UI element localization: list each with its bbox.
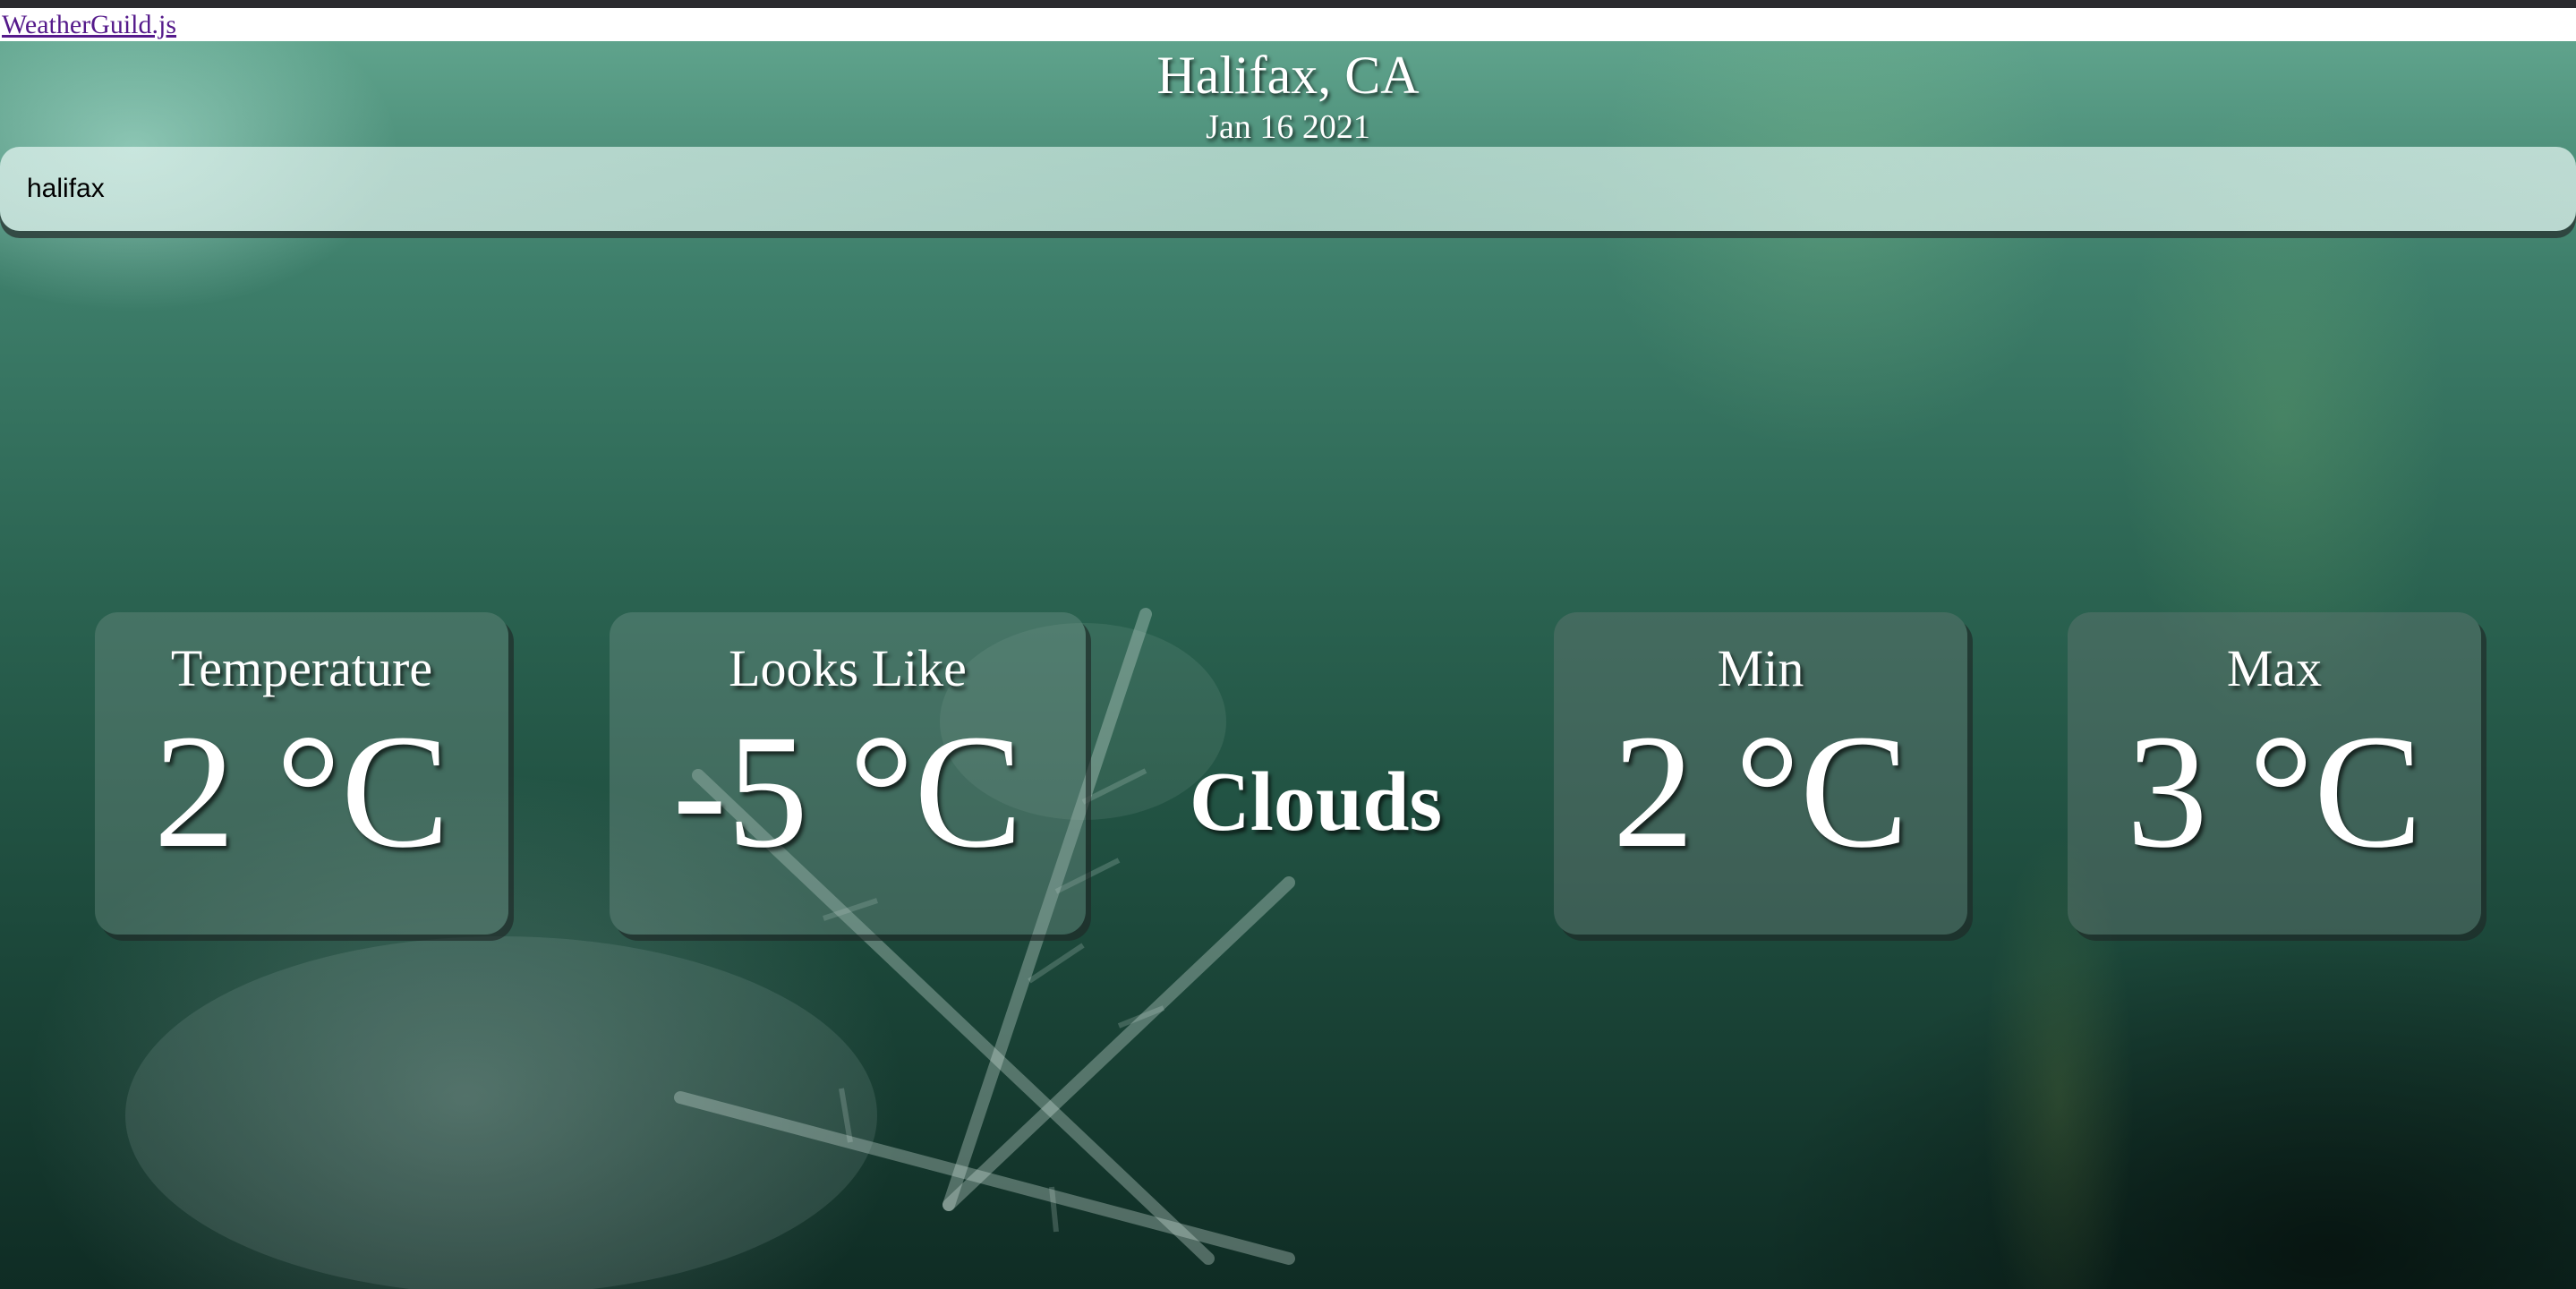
min-temperature-card: Min 2 °C bbox=[1554, 612, 1967, 935]
city-title: Halifax, CA bbox=[1156, 46, 1420, 105]
feels-like-card: Looks Like -5 °C bbox=[610, 612, 1086, 935]
search-bar bbox=[0, 147, 2576, 231]
temperature-value: 2 °C bbox=[153, 702, 450, 882]
max-label: Max bbox=[2226, 639, 2323, 697]
feels-like-value: -5 °C bbox=[672, 702, 1023, 882]
weather-app: Halifax, CA Jan 16 2021 Temperature 2 °C… bbox=[0, 41, 2576, 1289]
location-header: Halifax, CA Jan 16 2021 bbox=[0, 41, 2576, 147]
temperature-label: Temperature bbox=[170, 639, 433, 697]
temperature-card: Temperature 2 °C bbox=[95, 612, 508, 935]
brand-link[interactable]: WeatherGuild.js bbox=[2, 10, 176, 40]
weather-condition: Clouds bbox=[1189, 755, 1443, 849]
search-input[interactable] bbox=[0, 147, 2576, 231]
date-text: Jan 16 2021 bbox=[1206, 108, 1370, 146]
min-value: 2 °C bbox=[1612, 702, 1909, 882]
max-temperature-card: Max 3 °C bbox=[2068, 612, 2481, 935]
nav-bar: WeatherGuild.js bbox=[0, 8, 2576, 41]
window-top-strip bbox=[0, 0, 2576, 8]
feels-like-label: Looks Like bbox=[729, 639, 967, 697]
min-label: Min bbox=[1717, 639, 1804, 697]
max-value: 3 °C bbox=[2126, 702, 2423, 882]
